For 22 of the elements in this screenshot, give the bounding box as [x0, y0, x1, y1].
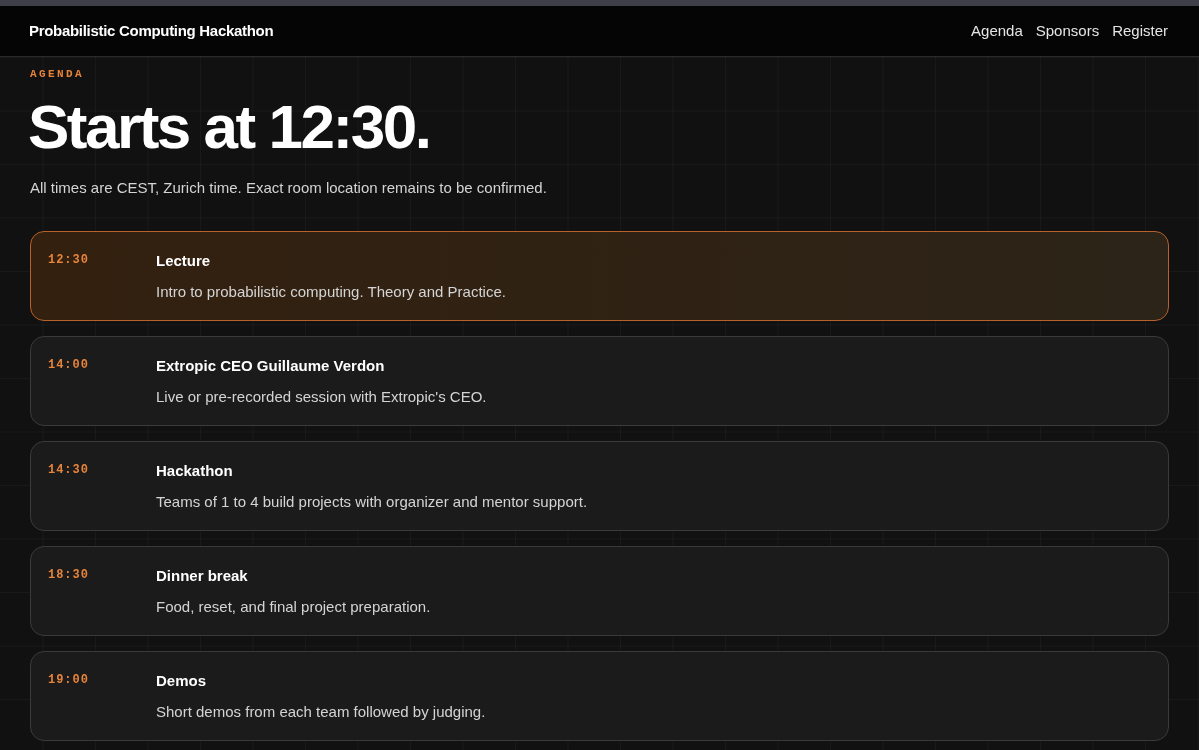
page-subtitle: All times are CEST, Zurich time. Exact room location remains to be confirmed. [30, 178, 548, 198]
session-description: Live or pre-recorded session with Extropic's CEO. [156, 387, 487, 407]
section-eyebrow: AGENDA [30, 67, 86, 81]
nav-link[interactable]: Register [1112, 21, 1168, 41]
session-title: Dinner break [156, 566, 249, 586]
session-time: 18:30 [48, 567, 90, 583]
session-description: Short demos from each team followed by judging. [156, 702, 486, 722]
session-time: 12:30 [48, 252, 90, 268]
session-time: 14:00 [48, 357, 90, 373]
page-heading: Starts at 12:30. [28, 93, 431, 161]
session-time: 19:00 [48, 672, 90, 688]
session-description: Teams of 1 to 4 build projects with organizer and mentor support. [156, 492, 588, 512]
session-description: Food, reset, and final project preparation. [156, 597, 431, 617]
session-title: Extropic CEO Guillaume Verdon [156, 356, 386, 376]
session-description: Intro to probabilistic computing. Theory and Practice. [156, 282, 506, 302]
nav-link[interactable]: Sponsors [1035, 21, 1100, 41]
session-title: Hackathon [156, 461, 234, 481]
session-time: 14:30 [48, 462, 90, 478]
session-title: Demos [156, 671, 208, 691]
site-title: Probabilistic Computing Hackathon [29, 20, 274, 41]
nav-link[interactable]: Agenda [971, 21, 1023, 41]
session-title: Lecture [156, 251, 212, 271]
